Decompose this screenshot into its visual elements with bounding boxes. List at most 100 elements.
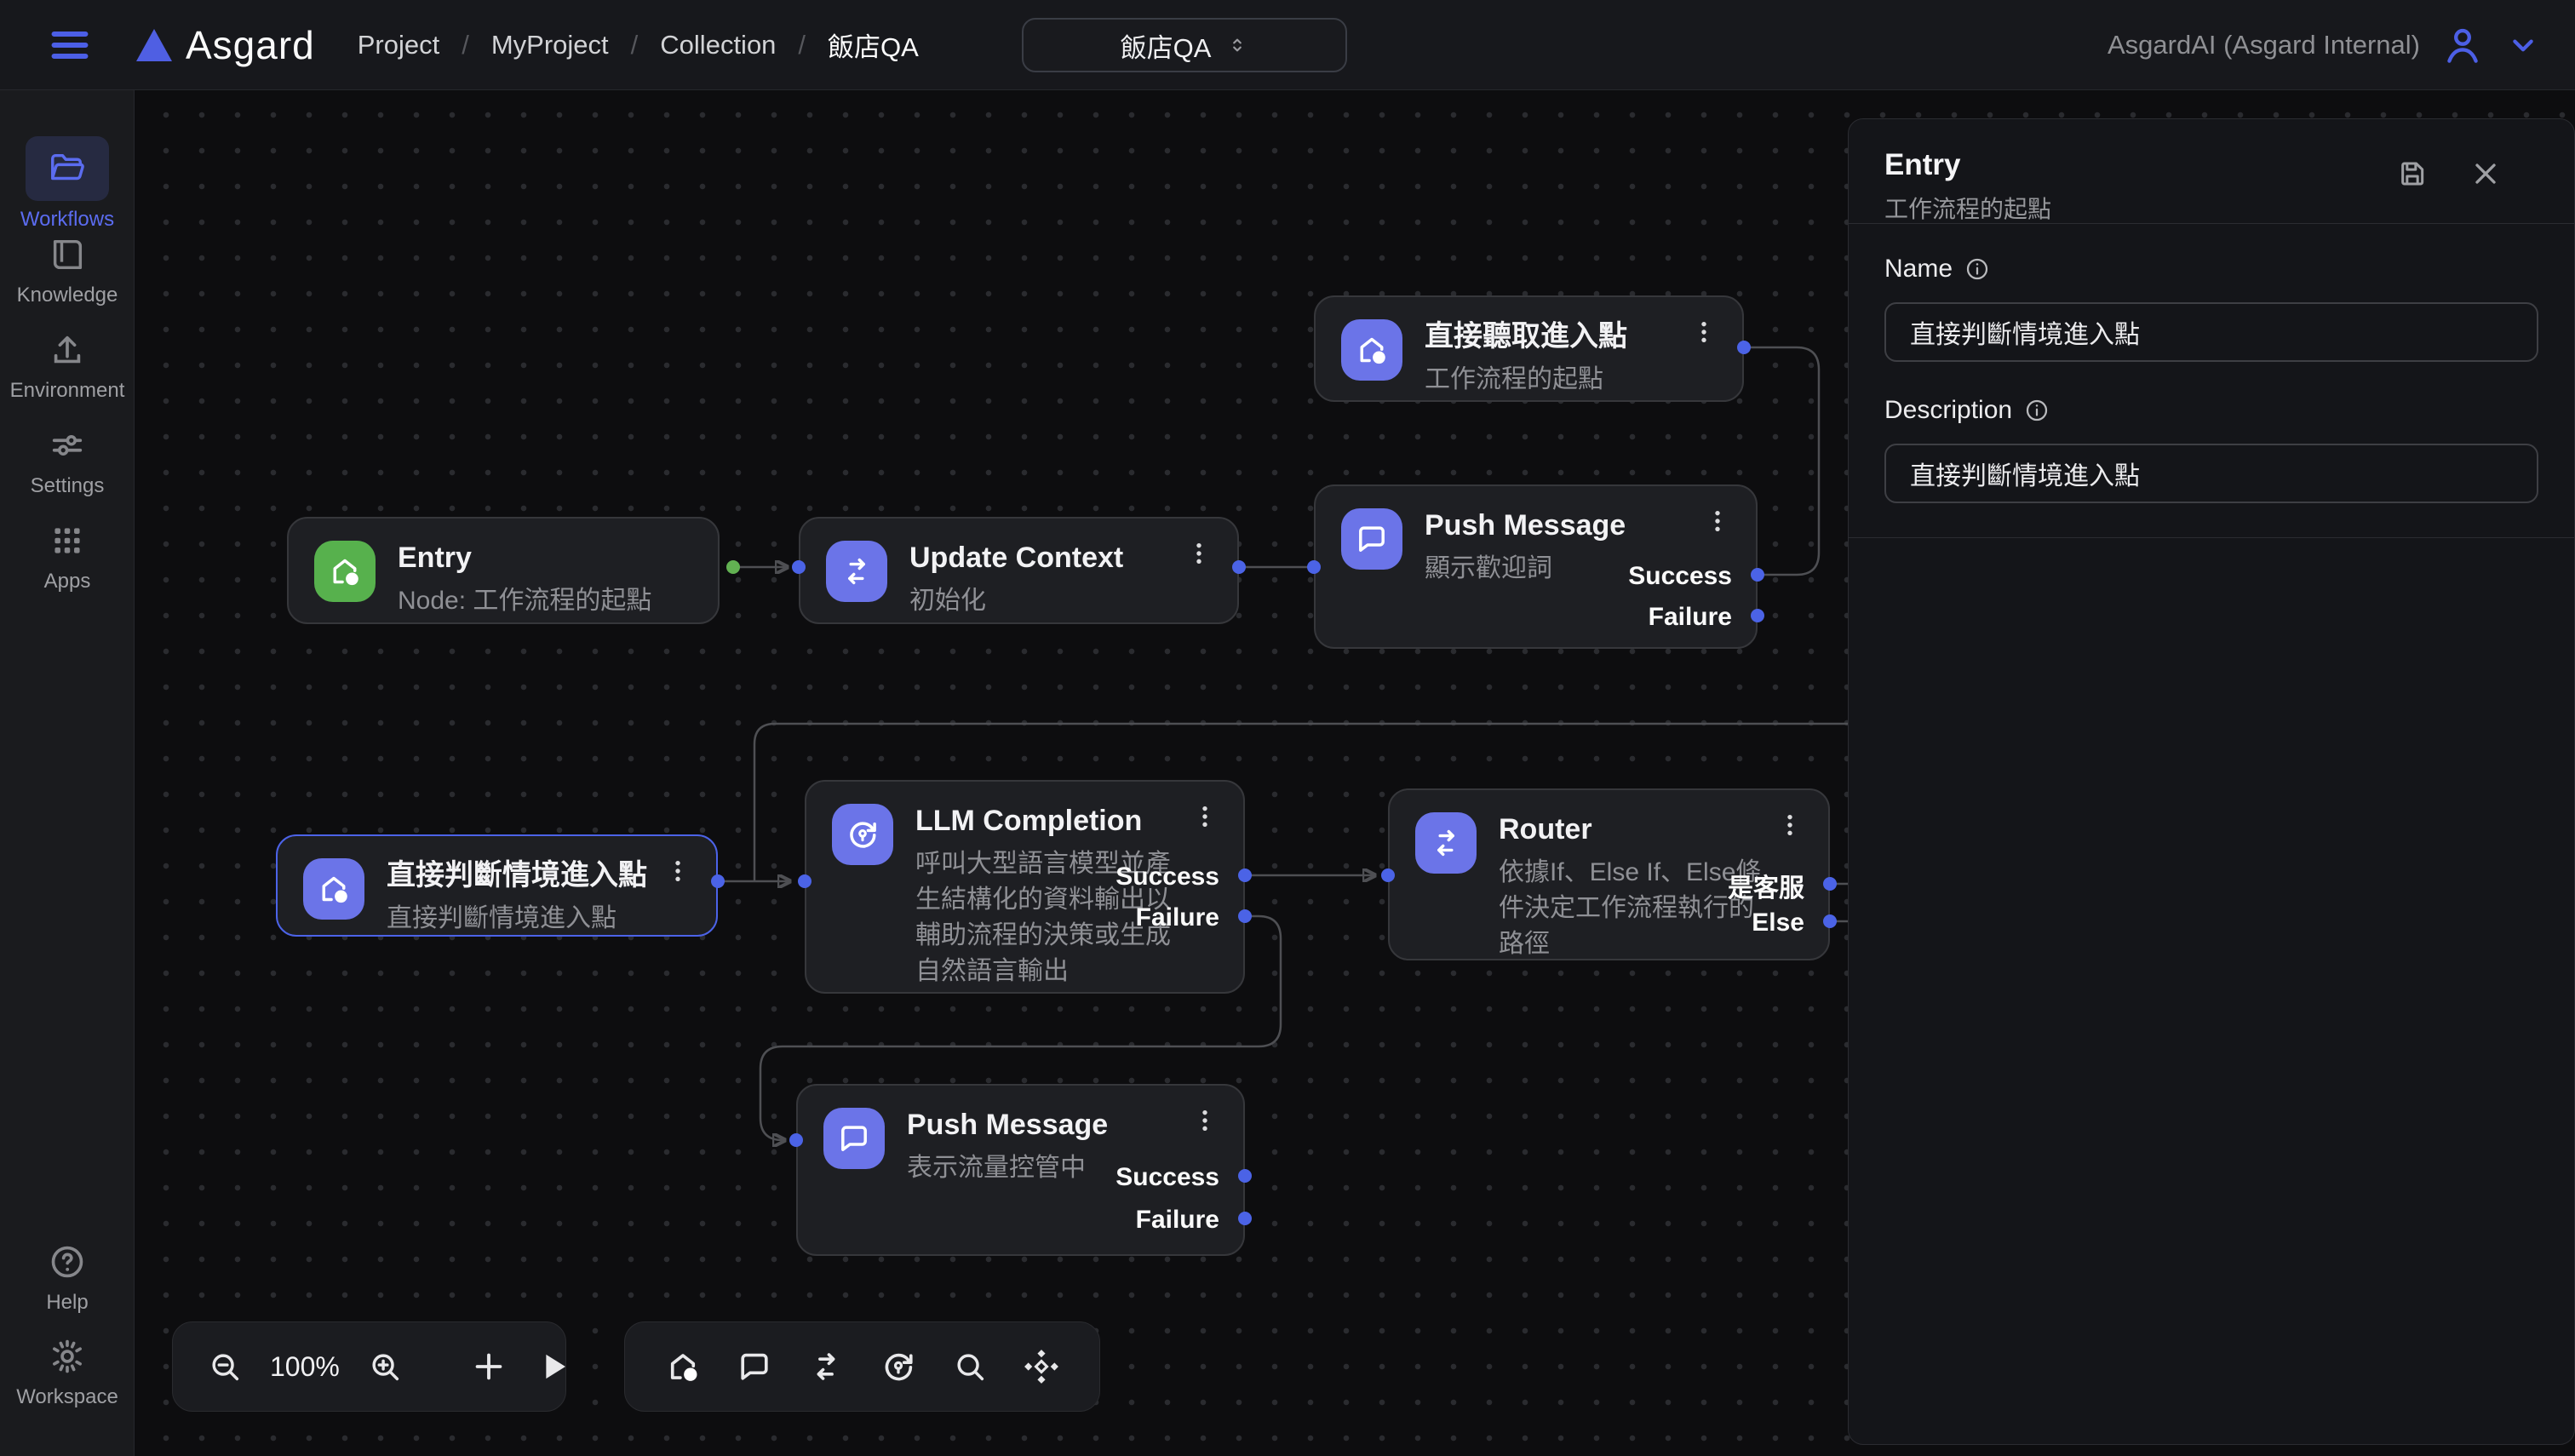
zoom-toolbar: 100% — [172, 1321, 566, 1412]
run-workflow-button[interactable] — [534, 1347, 573, 1386]
book-icon — [48, 235, 87, 274]
node-title: Push Message — [907, 1108, 1108, 1143]
zoom-level: 100% — [270, 1351, 340, 1383]
description-field[interactable] — [1884, 444, 2538, 503]
swap-arrows-icon — [1415, 812, 1477, 874]
house-plus-icon — [1341, 319, 1402, 381]
node-subtitle: Node: 工作流程的起點 — [398, 583, 651, 619]
kebab-menu-icon[interactable] — [663, 857, 697, 891]
sidebar-item-settings[interactable]: Settings — [0, 423, 135, 498]
breadcrumb-separator: / — [631, 30, 639, 60]
sidebar-item-workspace[interactable]: Workspace — [0, 1334, 135, 1409]
node-llm-completion[interactable]: LLM Completion 呼叫大型語言模型並產生結構化的資料輸出以輔助流程的… — [805, 780, 1245, 994]
node-title: 直接聽取進入點 — [1425, 319, 1627, 354]
panel-divider — [1849, 537, 2574, 538]
sidebar-item-apps[interactable]: Apps — [0, 519, 135, 593]
sidebar: Workflows Knowledge Environment Settings… — [0, 90, 135, 1456]
name-field[interactable] — [1884, 302, 2538, 362]
node-title: Push Message — [1425, 508, 1626, 543]
node-palette-toolbar — [624, 1321, 1100, 1412]
sidebar-item-label: Knowledge — [0, 284, 135, 307]
zoom-out-button[interactable] — [205, 1347, 244, 1386]
grid-icon — [48, 521, 87, 560]
kebab-menu-icon[interactable] — [1775, 811, 1809, 845]
sidebar-item-knowledge[interactable]: Knowledge — [0, 232, 135, 307]
output-port-customer-service: 是客服 — [1728, 867, 1804, 904]
close-icon[interactable] — [2469, 157, 2503, 191]
house-plus-icon — [303, 858, 364, 920]
node-router[interactable]: Router 依據If、Else If、Else條件決定工作流程執行的路徑 是客… — [1388, 788, 1830, 960]
breadcrumb-myproject[interactable]: MyProject — [491, 30, 609, 60]
kebab-menu-icon[interactable] — [1689, 318, 1723, 352]
sidebar-item-label: Help — [0, 1291, 135, 1315]
kebab-menu-icon[interactable] — [1184, 539, 1219, 573]
kebab-menu-icon[interactable] — [1190, 1106, 1224, 1140]
brand-title: Asgard — [186, 22, 315, 68]
description-field-label: Description — [1884, 396, 2538, 425]
pan-tool-button[interactable] — [1022, 1347, 1061, 1386]
refresh-bulb-icon — [832, 804, 893, 865]
sliders-icon — [48, 426, 87, 465]
node-title: LLM Completion — [915, 804, 1173, 839]
workflow-selector-dropdown[interactable]: 飯店QA — [1022, 18, 1347, 72]
add-llm-node-button[interactable] — [879, 1347, 918, 1386]
info-icon[interactable] — [1964, 256, 1990, 282]
swap-arrows-icon — [806, 1347, 846, 1386]
account-label: AsgardAI (Asgard Internal) — [2108, 30, 2420, 60]
user-avatar-icon[interactable] — [2440, 23, 2485, 67]
save-icon[interactable] — [2395, 157, 2429, 191]
house-plus-icon — [663, 1347, 703, 1386]
zoom-out-icon — [205, 1347, 244, 1386]
node-subtitle: 初始化 — [909, 583, 1123, 619]
add-update-context-node-button[interactable] — [806, 1347, 846, 1386]
account-chevron-down-icon[interactable] — [2505, 27, 2541, 63]
search-button[interactable] — [950, 1347, 989, 1386]
output-port-failure: Failure — [1136, 1206, 1219, 1235]
sidebar-item-environment[interactable]: Environment — [0, 328, 135, 403]
kebab-menu-icon[interactable] — [1190, 802, 1224, 836]
breadcrumb-workflow[interactable]: 飯店QA — [828, 26, 919, 64]
add-button[interactable] — [469, 1347, 508, 1386]
output-port-failure: Failure — [1136, 903, 1219, 932]
info-icon[interactable] — [2024, 398, 2050, 423]
node-push-message-throttle[interactable]: Push Message 表示流量控管中 Success Failure — [796, 1084, 1245, 1256]
sidebar-item-workflows[interactable]: Workflows — [0, 136, 135, 232]
zoom-in-button[interactable] — [365, 1347, 404, 1386]
top-navbar: Asgard Project / MyProject / Collection … — [0, 0, 2575, 90]
node-subtitle: 直接判斷情境進入點 — [387, 901, 647, 937]
add-push-message-node-button[interactable] — [735, 1347, 774, 1386]
help-circle-icon — [48, 1242, 87, 1281]
play-icon — [534, 1347, 573, 1386]
upload-icon — [48, 330, 87, 370]
output-port-success: Success — [1115, 1163, 1219, 1192]
sidebar-item-help[interactable]: Help — [0, 1240, 135, 1315]
node-title: 直接判斷情境進入點 — [387, 858, 647, 893]
name-field-label: Name — [1884, 255, 2538, 284]
node-description: 依據If、Else If、Else條件決定工作流程執行的路徑 — [1499, 855, 1764, 962]
node-direct-judge-entry[interactable]: 直接判斷情境進入點 直接判斷情境進入點 — [276, 834, 718, 937]
node-title: Update Context — [909, 541, 1123, 576]
node-push-message-welcome[interactable]: Push Message 顯示歡迎詞 Success Failure — [1314, 484, 1758, 649]
node-entry[interactable]: Entry Node: 工作流程的起點 — [287, 517, 720, 624]
node-direct-listen-entry[interactable]: 直接聽取進入點 工作流程的起點 — [1314, 295, 1744, 402]
add-entry-node-button[interactable] — [663, 1347, 703, 1386]
search-icon — [950, 1347, 989, 1386]
output-port-else: Else — [1752, 909, 1804, 937]
menu-icon[interactable] — [48, 23, 92, 67]
zoom-in-icon — [365, 1347, 404, 1386]
swap-arrows-icon — [826, 541, 887, 602]
node-subtitle: 表示流量控管中 — [907, 1150, 1108, 1186]
sidebar-item-label: Workflows — [0, 208, 135, 232]
kebab-menu-icon[interactable] — [1703, 507, 1737, 541]
folder-open-icon — [48, 149, 87, 188]
move-diamond-icon — [1022, 1347, 1061, 1386]
breadcrumb-project[interactable]: Project — [358, 30, 439, 60]
node-update-context[interactable]: Update Context 初始化 — [799, 517, 1239, 624]
node-inspector-panel: Entry 工作流程的起點 Name Description — [1848, 118, 2575, 1445]
breadcrumb-separator: / — [798, 30, 806, 60]
gear-icon — [48, 1337, 87, 1376]
chat-bubble-icon — [823, 1108, 885, 1169]
breadcrumb-collection[interactable]: Collection — [660, 30, 776, 60]
field-label-text: Name — [1884, 255, 1953, 284]
app-window: Asgard Project / MyProject / Collection … — [0, 0, 2575, 1456]
